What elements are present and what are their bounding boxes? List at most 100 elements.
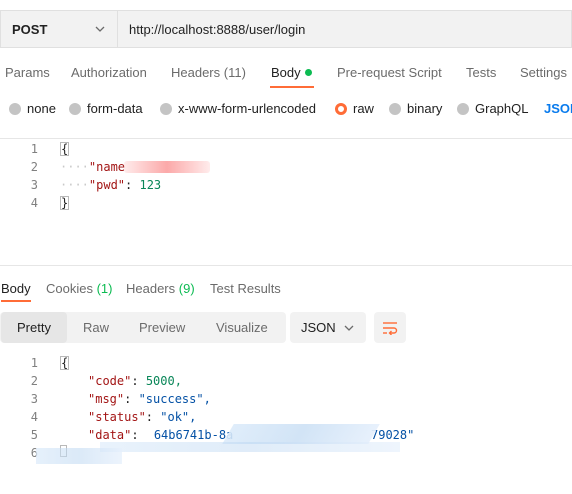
tab-body[interactable]: Body	[271, 65, 312, 80]
tab-pre-request-script[interactable]: Pre-request Script	[337, 65, 442, 80]
request-tabs: Params Authorization Headers (11) Body P…	[0, 58, 572, 88]
wrap-lines-icon	[383, 321, 398, 335]
json-colon: :	[124, 392, 139, 406]
json-value-msg: "success",	[138, 392, 211, 406]
redaction-mark	[36, 448, 122, 464]
radio-circle	[457, 102, 469, 115]
url-text: http://localhost:8888/user/login	[129, 21, 306, 37]
tab-tests[interactable]: Tests	[466, 65, 496, 80]
radio-none-label: none	[27, 101, 56, 116]
radio-circle	[69, 102, 81, 115]
json-key-code: "code"	[88, 374, 132, 388]
request-body-editor[interactable]: 1 { 2 ····"name 3 ····"pwd": 123 4 }	[0, 138, 572, 266]
json-value-status: "ok",	[160, 410, 197, 424]
line-number: 2	[30, 374, 38, 388]
body-format-dropdown[interactable]: JSON	[544, 101, 572, 116]
redaction-mark	[100, 442, 400, 452]
tab-settings[interactable]: Settings	[520, 65, 567, 80]
view-visualize-label: Visualize	[216, 320, 268, 335]
body-indicator-dot	[304, 69, 312, 76]
url-bar: POST http://localhost:8888/user/login	[0, 10, 572, 48]
radio-binary[interactable]: binary	[389, 101, 442, 116]
radio-graphql[interactable]: GraphQL	[457, 101, 528, 116]
response-tabs: Body Cookies (1) Headers (9) Test Result…	[0, 276, 572, 302]
json-colon: :	[131, 374, 146, 388]
redaction-mark	[222, 424, 380, 444]
view-pretty-button[interactable]: Pretty	[1, 312, 67, 343]
view-visualize-button[interactable]: Visualize	[216, 312, 268, 343]
tab-body-label: Body	[271, 65, 301, 80]
radio-form-data[interactable]: form-data	[69, 101, 143, 116]
code-text: {	[60, 354, 70, 372]
line-number: 2	[30, 160, 38, 174]
json-value-code: 5000,	[145, 374, 182, 388]
code-text: "status": "ok",	[88, 408, 196, 426]
code-text: ····"pwd": 123	[60, 176, 161, 194]
view-raw-button[interactable]: Raw	[83, 312, 109, 343]
view-preview-label: Preview	[139, 320, 186, 335]
wrap-lines-button[interactable]	[374, 312, 406, 343]
line-number: 4	[30, 410, 38, 424]
json-colon: :	[125, 178, 140, 192]
line-number: 5	[30, 428, 38, 442]
tab-authorization[interactable]: Authorization	[71, 65, 147, 80]
editor-line: 2 ····"name	[0, 158, 572, 176]
json-value-data-start: 64b6741b-8a	[153, 428, 234, 442]
line-number: 1	[30, 356, 38, 370]
response-format-select[interactable]: JSON	[290, 312, 366, 343]
active-response-tab-underline	[1, 300, 31, 302]
radio-circle-selected	[335, 102, 347, 115]
radio-urlencoded[interactable]: x-www-form-urlencoded	[160, 101, 316, 116]
line-number: 3	[30, 392, 38, 406]
tab-params[interactable]: Params	[5, 65, 50, 80]
code-text: }	[60, 194, 70, 212]
json-value-pwd: 123	[139, 178, 162, 192]
json-key-status: "status"	[88, 410, 146, 424]
tab-cookies-label: Cookies	[46, 281, 93, 296]
redaction-mark	[124, 161, 210, 173]
line-number: 6	[30, 446, 38, 460]
json-colon: :	[145, 410, 161, 424]
tab-cookies-count: (1)	[96, 281, 113, 296]
tab-headers[interactable]: Headers (11)	[171, 65, 246, 80]
url-input[interactable]: http://localhost:8888/user/login	[117, 10, 572, 48]
view-preview-button[interactable]: Preview	[139, 312, 185, 343]
indent-guide: ····	[60, 178, 89, 192]
radio-urlencoded-label: x-www-form-urlencoded	[178, 101, 316, 116]
radio-none[interactable]: none	[9, 101, 56, 116]
response-line: 1 {	[0, 354, 572, 372]
code-text: "code": 5000,	[88, 372, 182, 390]
radio-raw-label: raw	[353, 101, 374, 116]
tab-response-headers[interactable]: Headers (9)	[126, 281, 195, 296]
body-type-options: none form-data x-www-form-urlencoded raw…	[0, 98, 572, 120]
radio-binary-label: binary	[407, 101, 443, 116]
open-brace: {	[60, 142, 70, 156]
active-tab-underline	[270, 86, 314, 88]
radio-circle	[160, 102, 172, 115]
response-body-viewer[interactable]: 1 { 2 "code": 5000, 3 "msg": "success", …	[0, 352, 572, 494]
line-number: 3	[30, 178, 38, 192]
tab-cookies[interactable]: Cookies (1)	[46, 281, 112, 296]
code-text: "msg": "success",	[88, 390, 211, 408]
tab-test-results[interactable]: Test Results	[210, 281, 281, 296]
tab-response-body[interactable]: Body	[1, 281, 31, 296]
chevron-down-icon	[95, 26, 105, 32]
code-text: ····"name	[60, 158, 125, 176]
response-format-label: JSON	[301, 320, 336, 335]
view-pretty-label: Pretty	[17, 320, 51, 335]
radio-graphql-label: GraphQL	[475, 101, 529, 116]
method-select[interactable]: POST	[0, 10, 117, 48]
chevron-down-icon	[344, 325, 354, 331]
radio-circle	[9, 102, 21, 115]
json-colon: :	[131, 428, 146, 442]
open-brace: {	[60, 356, 70, 370]
editor-line: 1 {	[0, 140, 572, 158]
json-key-msg: "msg"	[88, 392, 125, 406]
tab-headers-label: Headers	[171, 65, 221, 80]
code-text: {	[60, 140, 70, 158]
method-label: POST	[12, 21, 48, 37]
json-key-pwd: "pwd"	[88, 178, 126, 192]
radio-raw[interactable]: raw	[335, 101, 374, 116]
tab-response-headers-label: Headers	[126, 281, 176, 296]
tab-headers-count: (11)	[223, 65, 246, 80]
